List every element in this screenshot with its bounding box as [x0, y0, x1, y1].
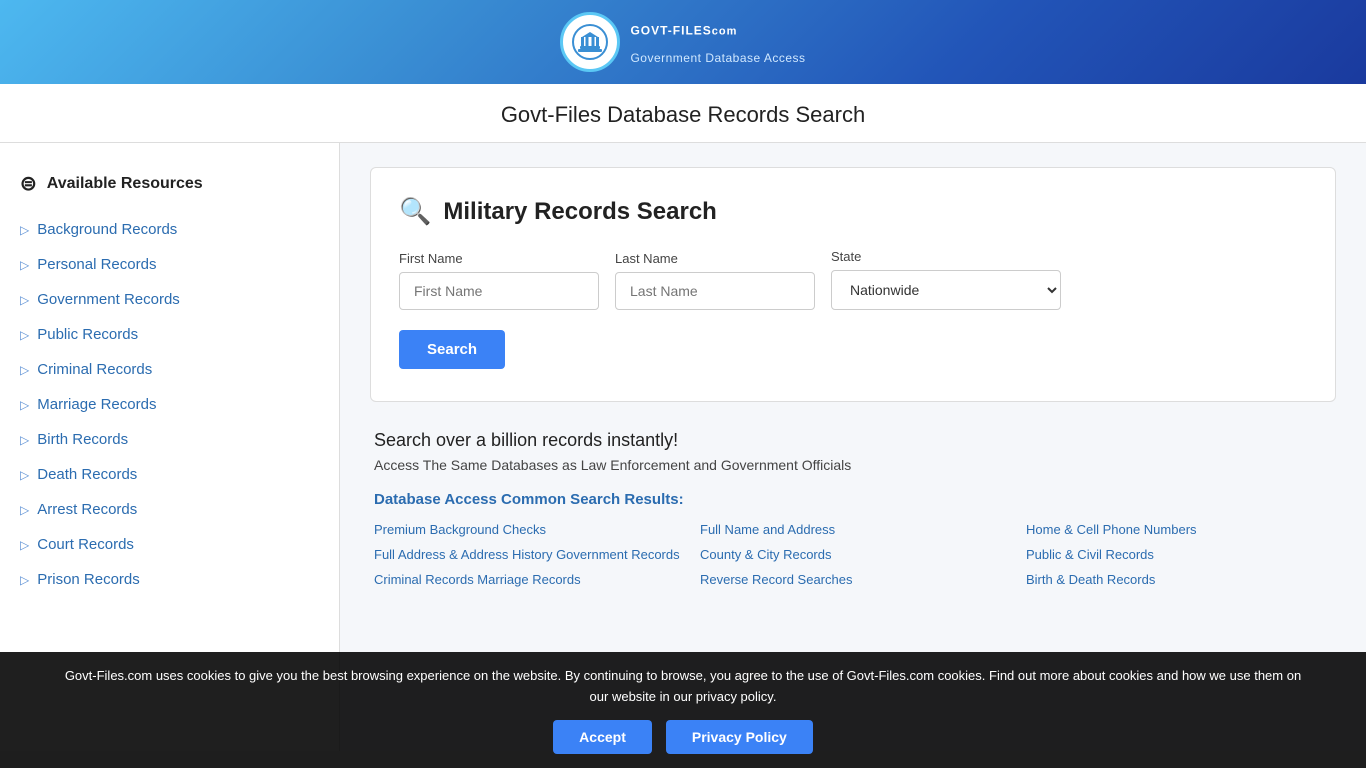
cookie-banner: Govt-Files.com uses cookies to give you … — [0, 652, 1366, 768]
db-link-full-name-address[interactable]: Full Name and Address — [700, 522, 1006, 537]
sidebar-item-label: Death Records — [37, 466, 137, 483]
search-title-text: Military Records Search — [443, 198, 716, 226]
sidebar-item-label: Arrest Records — [37, 501, 137, 518]
arrow-icon: ▷ — [20, 293, 29, 307]
logo-title-text: GOVT-FILES — [630, 23, 711, 37]
sidebar-item-label: Marriage Records — [37, 396, 156, 413]
arrow-icon: ▷ — [20, 503, 29, 517]
arrow-icon: ▷ — [20, 468, 29, 482]
arrow-icon: ▷ — [20, 328, 29, 342]
logo-icon — [560, 12, 620, 72]
sidebar-header-label: Available Resources — [47, 175, 203, 193]
search-button[interactable]: Search — [399, 330, 505, 369]
info-headline: Search over a billion records instantly! — [374, 430, 1332, 451]
sidebar-item-label: Public Records — [37, 326, 138, 343]
state-select[interactable]: NationwideAlabamaAlaskaArizonaArkansasCa… — [831, 270, 1061, 310]
cookie-text: Govt-Files.com uses cookies to give you … — [60, 666, 1306, 708]
logo-text: GOVT-FILEScom Government Database Access — [630, 20, 805, 65]
page-title-bar: Govt-Files Database Records Search — [0, 84, 1366, 143]
db-link-premium-background[interactable]: Premium Background Checks — [374, 522, 680, 537]
sidebar-item-death-records[interactable]: ▷ Death Records — [0, 457, 339, 492]
search-card: 🔍 Military Records Search First Name Las… — [370, 167, 1336, 402]
sidebar-item-marriage-records[interactable]: ▷ Marriage Records — [0, 387, 339, 422]
arrow-icon: ▷ — [20, 223, 29, 237]
arrow-icon: ▷ — [20, 433, 29, 447]
accept-button[interactable]: Accept — [553, 720, 652, 754]
sidebar-item-public-records[interactable]: ▷ Public Records — [0, 317, 339, 352]
first-name-input[interactable] — [399, 272, 599, 310]
sidebar-item-background-records[interactable]: ▷ Background Records — [0, 212, 339, 247]
state-label: State — [831, 249, 1061, 264]
site-header: GOVT-FILEScom Government Database Access — [0, 0, 1366, 84]
db-link-county-city[interactable]: County & City Records — [700, 547, 1006, 562]
last-name-group: Last Name — [615, 251, 815, 310]
search-card-title: 🔍 Military Records Search — [399, 196, 1307, 227]
db-link-full-address-history[interactable]: Full Address & Address History Governmen… — [374, 547, 680, 562]
last-name-input[interactable] — [615, 272, 815, 310]
info-section: Search over a billion records instantly!… — [370, 430, 1336, 587]
sidebar-item-label: Birth Records — [37, 431, 128, 448]
arrow-icon: ▷ — [20, 573, 29, 587]
last-name-label: Last Name — [615, 251, 815, 266]
sidebar-item-label: Government Records — [37, 291, 180, 308]
first-name-group: First Name — [399, 251, 599, 310]
sidebar-item-criminal-records[interactable]: ▷ Criminal Records — [0, 352, 339, 387]
sidebar-item-label: Background Records — [37, 221, 177, 238]
sidebar-item-label: Personal Records — [37, 256, 156, 273]
state-group: State NationwideAlabamaAlaskaArizonaArka… — [831, 249, 1061, 310]
sidebar-item-birth-records[interactable]: ▷ Birth Records — [0, 422, 339, 457]
arrow-icon: ▷ — [20, 258, 29, 272]
db-link-criminal-marriage[interactable]: Criminal Records Marriage Records — [374, 572, 680, 587]
privacy-policy-button[interactable]: Privacy Policy — [666, 720, 813, 754]
info-subtext: Access The Same Databases as Law Enforce… — [374, 457, 1332, 473]
db-link-reverse-record[interactable]: Reverse Record Searches — [700, 572, 1006, 587]
sidebar-item-label: Prison Records — [37, 571, 140, 588]
arrow-icon: ▷ — [20, 538, 29, 552]
logo-subtitle: Government Database Access — [630, 51, 805, 65]
sidebar-item-label: Court Records — [37, 536, 134, 553]
db-link-phone-numbers[interactable]: Home & Cell Phone Numbers — [1026, 522, 1332, 537]
first-name-label: First Name — [399, 251, 599, 266]
logo-sup: com — [712, 25, 738, 37]
page-title: Govt-Files Database Records Search — [0, 102, 1366, 128]
search-icon: 🔍 — [399, 196, 431, 227]
sidebar-item-court-records[interactable]: ▷ Court Records — [0, 527, 339, 562]
cookie-buttons: Accept Privacy Policy — [60, 720, 1306, 754]
db-access-title: Database Access Common Search Results: — [374, 491, 1332, 508]
sidebar-header: ⊜ Available Resources — [0, 163, 339, 212]
db-link-birth-death[interactable]: Birth & Death Records — [1026, 572, 1332, 587]
sidebar-item-prison-records[interactable]: ▷ Prison Records — [0, 562, 339, 597]
db-links-grid: Premium Background Checks Full Name and … — [374, 522, 1332, 587]
sidebar-item-government-records[interactable]: ▷ Government Records — [0, 282, 339, 317]
sidebar-item-arrest-records[interactable]: ▷ Arrest Records — [0, 492, 339, 527]
search-fields: First Name Last Name State NationwideAla… — [399, 249, 1307, 310]
db-link-public-civil[interactable]: Public & Civil Records — [1026, 547, 1332, 562]
arrow-icon: ▷ — [20, 363, 29, 377]
database-icon: ⊜ — [20, 171, 37, 196]
arrow-icon: ▷ — [20, 398, 29, 412]
sidebar-item-personal-records[interactable]: ▷ Personal Records — [0, 247, 339, 282]
logo[interactable]: GOVT-FILEScom Government Database Access — [560, 12, 805, 72]
logo-title: GOVT-FILEScom — [630, 20, 805, 51]
sidebar-item-label: Criminal Records — [37, 361, 152, 378]
